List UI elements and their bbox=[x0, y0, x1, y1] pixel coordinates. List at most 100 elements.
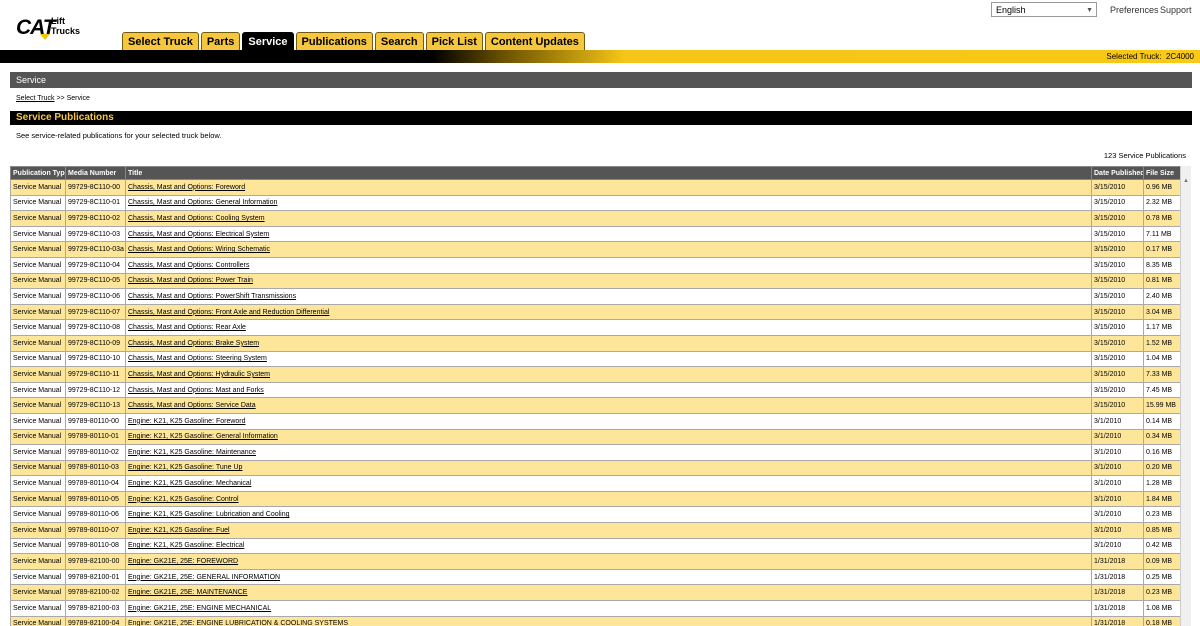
publication-title-link[interactable]: Chassis, Mast and Options: Brake System bbox=[128, 340, 259, 347]
publication-title-link[interactable]: Engine: GK21E, 25E: ENGINE MECHANICAL bbox=[128, 605, 271, 612]
table-row: Service Manual 99789-80110-00 Engine: K21,… bbox=[10, 412, 1181, 430]
column-header-title[interactable]: Title bbox=[125, 166, 1092, 180]
publication-title-link[interactable]: Chassis, Mast and Options: Power Train bbox=[128, 277, 253, 284]
table-row: Service Manual 99729-8C110-12 Chassis, Mas… bbox=[10, 381, 1181, 399]
cell-date-published: 3/15/2010 bbox=[1091, 319, 1144, 336]
cell-date-published: 3/1/2010 bbox=[1091, 537, 1144, 555]
table-scrollbar[interactable]: ▲ bbox=[1180, 166, 1191, 626]
publication-title-link[interactable]: Chassis, Mast and Options: Cooling Syste… bbox=[128, 215, 265, 222]
scroll-up-arrow-icon[interactable]: ▲ bbox=[1182, 178, 1190, 186]
publication-title-link[interactable]: Chassis, Mast and Options: Rear Axle bbox=[128, 324, 246, 331]
cell-media-number: 99789-80110-02 bbox=[65, 444, 126, 461]
tab-search[interactable]: Search bbox=[374, 32, 424, 50]
cell-date-published: 3/1/2010 bbox=[1091, 459, 1144, 477]
column-header-file-size[interactable]: File Size bbox=[1143, 166, 1181, 180]
cell-publication-type: Service Manual bbox=[10, 522, 66, 539]
language-select[interactable]: English ▼ bbox=[991, 2, 1097, 17]
cell-date-published: 3/15/2010 bbox=[1091, 288, 1144, 305]
publication-title-link[interactable]: Engine: GK21E, 25E: FOREWORD bbox=[128, 558, 238, 565]
table-row: Service Manual 99729-8C110-06 Chassis, Mas… bbox=[10, 288, 1181, 305]
publication-title-link[interactable]: Engine: K21, K25 Gasoline: Lubrication a… bbox=[128, 511, 290, 518]
table-row: Service Manual 99789-80110-05 Engine: K21,… bbox=[10, 490, 1181, 508]
cell-media-number: 99789-80110-03 bbox=[65, 459, 126, 477]
publication-count: 123 Service Publications bbox=[1103, 151, 1186, 160]
cell-file-size: 7.45 MB bbox=[1143, 381, 1181, 399]
table-row: Service Manual 99789-80110-07 Engine: K21,… bbox=[10, 522, 1181, 539]
cell-file-size: 0.85 MB bbox=[1143, 522, 1181, 539]
cat-lift-trucks-logo[interactable]: CAT Lift Trucks bbox=[16, 14, 86, 44]
breadcrumb-select-truck-link[interactable]: Select Truck bbox=[16, 95, 55, 102]
publication-title-link[interactable]: Chassis, Mast and Options: Foreword bbox=[128, 184, 245, 191]
tab-publications[interactable]: Publications bbox=[295, 32, 373, 50]
table-row: Service Manual 99729-8C110-02 Chassis, Mas… bbox=[10, 210, 1181, 227]
publication-title-link[interactable]: Chassis, Mast and Options: Service Data bbox=[128, 402, 256, 409]
cell-file-size: 1.08 MB bbox=[1143, 600, 1181, 617]
publication-title-link[interactable]: Chassis, Mast and Options: PowerShift Tr… bbox=[128, 293, 296, 300]
cell-file-size: 0.18 MB bbox=[1143, 615, 1181, 626]
cell-date-published: 3/1/2010 bbox=[1091, 522, 1144, 539]
publication-title-link[interactable]: Engine: K21, K25 Gasoline: Fuel bbox=[128, 527, 230, 534]
tab-pick-list[interactable]: Pick List bbox=[425, 32, 483, 50]
publication-title-link[interactable]: Chassis, Mast and Options: Wiring Schema… bbox=[128, 246, 270, 253]
cell-file-size: 15.99 MB bbox=[1143, 397, 1181, 414]
cell-media-number: 99729-8C110-07 bbox=[65, 303, 126, 321]
publication-title-link[interactable]: Engine: K21, K25 Gasoline: Control bbox=[128, 496, 239, 503]
cell-title: Chassis, Mast and Options: Brake System bbox=[125, 334, 1092, 352]
cell-title: Engine: K21, K25 Gasoline: General Infor… bbox=[125, 428, 1092, 446]
publication-title-link[interactable]: Chassis, Mast and Options: Hydraulic Sys… bbox=[128, 371, 270, 378]
cell-media-number: 99729-8C110-01 bbox=[65, 194, 126, 212]
publication-title-link[interactable]: Engine: K21, K25 Gasoline: General Infor… bbox=[128, 433, 278, 440]
tab-select-truck[interactable]: Select Truck bbox=[122, 32, 199, 50]
cell-publication-type: Service Manual bbox=[10, 272, 66, 290]
publication-title-link[interactable]: Chassis, Mast and Options: Electrical Sy… bbox=[128, 231, 269, 238]
cell-title: Chassis, Mast and Options: Rear Axle bbox=[125, 319, 1092, 336]
cell-title: Engine: K21, K25 Gasoline: Electrical bbox=[125, 537, 1092, 555]
cell-publication-type: Service Manual bbox=[10, 381, 66, 399]
publication-title-link[interactable]: Engine: K21, K25 Gasoline: Mechanical bbox=[128, 480, 251, 487]
publication-title-link[interactable]: Chassis, Mast and Options: Mast and Fork… bbox=[128, 387, 264, 394]
column-header-media-number[interactable]: Media Number bbox=[65, 166, 126, 180]
column-header-publication-type[interactable]: Publication Type bbox=[10, 166, 66, 180]
cell-publication-type: Service Manual bbox=[10, 584, 66, 602]
table-row: Service Manual 99789-82100-03 Engine: GK21… bbox=[10, 600, 1181, 617]
table-row: Service Manual 99789-82100-04 Engine: GK21… bbox=[10, 615, 1181, 626]
cell-date-published: 3/1/2010 bbox=[1091, 428, 1144, 446]
publication-title-link[interactable]: Engine: GK21E, 25E: ENGINE LUBRICATION &… bbox=[128, 620, 348, 626]
cell-media-number: 99729-8C110-05 bbox=[65, 272, 126, 290]
cell-publication-type: Service Manual bbox=[10, 412, 66, 430]
table-row: Service Manual 99789-80110-03 Engine: K21,… bbox=[10, 459, 1181, 477]
cell-publication-type: Service Manual bbox=[10, 210, 66, 227]
publication-title-link[interactable]: Engine: K21, K25 Gasoline: Foreword bbox=[128, 418, 246, 425]
cell-media-number: 99789-80110-00 bbox=[65, 412, 126, 430]
cell-media-number: 99789-82100-03 bbox=[65, 600, 126, 617]
publication-title-link[interactable]: Chassis, Mast and Options: Front Axle an… bbox=[128, 309, 329, 316]
cell-media-number: 99789-80110-06 bbox=[65, 506, 126, 524]
cell-media-number: 99729-8C110-12 bbox=[65, 381, 126, 399]
publication-title-link[interactable]: Engine: K21, K25 Gasoline: Maintenance bbox=[128, 449, 256, 456]
publication-title-link[interactable]: Engine: K21, K25 Gasoline: Tune Up bbox=[128, 464, 242, 471]
publication-title-link[interactable]: Engine: GK21E, 25E: GENERAL INFORMATION bbox=[128, 574, 280, 581]
publication-title-link[interactable]: Engine: K21, K25 Gasoline: Electrical bbox=[128, 542, 244, 549]
cell-title: Chassis, Mast and Options: Mast and Fork… bbox=[125, 381, 1092, 399]
cell-file-size: 1.17 MB bbox=[1143, 319, 1181, 336]
table-row: Service Manual 99789-82100-00 Engine: GK21… bbox=[10, 553, 1181, 570]
publication-title-link[interactable]: Engine: GK21E, 25E: MAINTENANCE bbox=[128, 589, 247, 596]
column-header-date-published[interactable]: Date Published bbox=[1091, 166, 1144, 180]
breadcrumb: Select Truck >> Service bbox=[16, 95, 90, 102]
table-row: Service Manual 99729-8C110-11 Chassis, Mas… bbox=[10, 366, 1181, 383]
support-link[interactable]: Support bbox=[1160, 5, 1192, 15]
cell-file-size: 0.16 MB bbox=[1143, 444, 1181, 461]
tab-parts[interactable]: Parts bbox=[200, 32, 241, 50]
logo-sub-line2: Trucks bbox=[51, 26, 81, 36]
preferences-link[interactable]: Preferences bbox=[1110, 5, 1159, 15]
publication-title-link[interactable]: Chassis, Mast and Options: General Infor… bbox=[128, 199, 277, 206]
tab-content-updates[interactable]: Content Updates bbox=[484, 32, 585, 50]
tab-service[interactable]: Service bbox=[242, 32, 294, 50]
cell-date-published: 1/31/2018 bbox=[1091, 600, 1144, 617]
publication-title-link[interactable]: Chassis, Mast and Options: Controllers bbox=[128, 262, 249, 269]
cell-media-number: 99789-80110-04 bbox=[65, 475, 126, 492]
cell-media-number: 99789-80110-05 bbox=[65, 490, 126, 508]
logo-triangle-icon bbox=[40, 34, 50, 40]
publication-title-link[interactable]: Chassis, Mast and Options: Steering Syst… bbox=[128, 355, 267, 362]
cell-file-size: 2.40 MB bbox=[1143, 288, 1181, 305]
